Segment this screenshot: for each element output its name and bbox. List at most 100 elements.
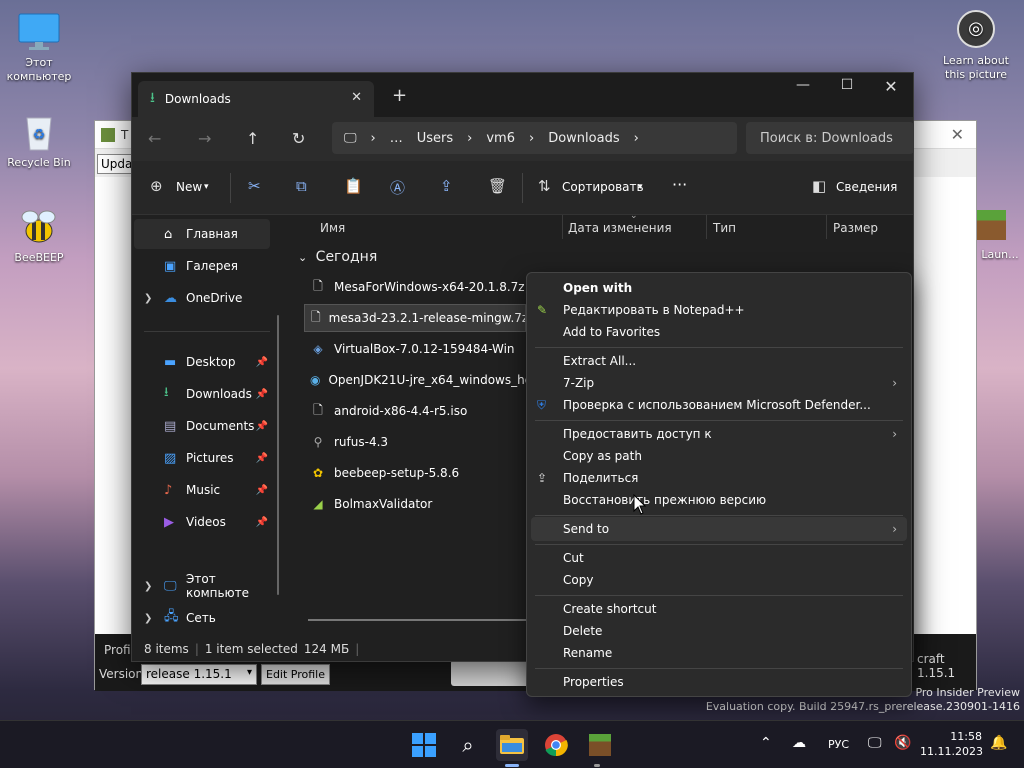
- grass-block-icon: [976, 210, 1006, 240]
- menu-properties[interactable]: Properties: [563, 675, 624, 689]
- nav-network[interactable]: ❯ 🖧 Сеть: [134, 603, 270, 633]
- desktop-icon-recycle-bin[interactable]: ♻ Recycle Bin: [1, 110, 77, 170]
- nav-this-pc[interactable]: ❯ 🖵 Этот компьюте: [134, 571, 270, 601]
- share-icon[interactable]: ⇪: [440, 177, 453, 195]
- minecraft-desktop-icon[interactable]: Laun...: [976, 210, 1024, 261]
- nav-gallery[interactable]: ▣ Галерея: [134, 251, 270, 281]
- network-icon[interactable]: 🖵: [868, 735, 882, 751]
- breadcrumb-more[interactable]: …: [390, 131, 403, 146]
- copy-icon[interactable]: ⧉: [296, 177, 307, 195]
- search-input[interactable]: Поиск в: Downloads: [746, 122, 914, 154]
- cut-icon[interactable]: ✂: [248, 177, 261, 195]
- new-icon[interactable]: ⊕: [150, 177, 163, 195]
- breadcrumb[interactable]: 🖵 › … Users › vm6 › Downloads ›: [332, 122, 737, 154]
- minecraft-taskbar-icon[interactable]: [584, 729, 616, 761]
- file-row[interactable]: ◉ OpenJDK21U-jre_x64_windows_hotspot: [304, 366, 526, 394]
- breadcrumb-downloads[interactable]: Downloads: [548, 131, 619, 146]
- nav-music[interactable]: ♪ Music 📌: [134, 475, 270, 505]
- nav-videos[interactable]: ▶ Videos 📌: [134, 507, 270, 537]
- clock[interactable]: 11:58 11.11.2023: [920, 729, 983, 759]
- start-button[interactable]: [408, 729, 440, 761]
- chrome-icon[interactable]: [540, 729, 572, 761]
- nav-pictures[interactable]: ▨ Pictures 📌: [134, 443, 270, 473]
- expand-chevron-icon[interactable]: ❯: [144, 293, 152, 304]
- column-header-size[interactable]: Размер: [833, 221, 878, 235]
- rename-icon[interactable]: Ⓐ: [390, 177, 405, 198]
- sort-icon[interactable]: ⇅: [538, 177, 551, 195]
- delete-icon[interactable]: 🗑: [488, 177, 507, 195]
- nav-home[interactable]: ⌂ Главная: [134, 219, 270, 249]
- volume-muted-icon[interactable]: 🔇: [894, 735, 911, 751]
- close-button[interactable]: ✕: [868, 77, 914, 96]
- minimize-button[interactable]: —: [780, 77, 826, 93]
- menu-extract-all[interactable]: Extract All...: [563, 354, 636, 368]
- context-menu: Open with ✎ Редактировать в Notepad++ Ad…: [526, 272, 912, 697]
- file-row[interactable]: ◈ VirtualBox-7.0.12-159484-Win: [304, 335, 526, 363]
- tab-downloads[interactable]: ⭳ Downloads ✕: [138, 81, 374, 117]
- column-header-date[interactable]: Дата изменения: [568, 221, 672, 235]
- file-row[interactable]: 🗋 android-x86-4.4-r5.iso: [304, 397, 526, 425]
- menu-give-access[interactable]: Предоставить доступ к: [563, 427, 712, 441]
- language-indicator[interactable]: РУС: [828, 738, 849, 751]
- menu-copy[interactable]: Copy: [563, 573, 593, 587]
- version-select[interactable]: release 1.15.1 ▾: [141, 664, 257, 685]
- file-row[interactable]: ⚲ rufus-4.3: [304, 428, 526, 456]
- expand-chevron-icon[interactable]: ❯: [144, 581, 152, 592]
- desktop-icon-beebeep[interactable]: BeeBEEP: [1, 205, 77, 265]
- new-tab-button[interactable]: +: [392, 85, 407, 106]
- column-header-name[interactable]: Имя: [320, 221, 345, 235]
- file-explorer-taskbar-icon[interactable]: [496, 729, 528, 761]
- sort-button[interactable]: Сортировать: [562, 180, 644, 194]
- nav-downloads[interactable]: ⭳ Downloads 📌: [134, 379, 270, 409]
- new-button[interactable]: New: [176, 180, 202, 194]
- details-button[interactable]: Сведения: [836, 180, 897, 194]
- menu-restore-previous[interactable]: Восстановить прежнюю версию: [563, 493, 766, 507]
- more-options-icon[interactable]: ···: [672, 175, 687, 194]
- tray-chevron-up-icon[interactable]: ⌃: [760, 735, 772, 751]
- group-header-today[interactable]: ⌄ Сегодня: [298, 249, 377, 265]
- column-header-type[interactable]: Тип: [713, 221, 736, 235]
- menu-delete[interactable]: Delete: [563, 624, 602, 638]
- menu-defender-scan[interactable]: Проверка с использованием Microsoft Defe…: [563, 398, 871, 412]
- paste-icon[interactable]: 📋: [344, 177, 363, 195]
- breadcrumb-vm6[interactable]: vm6: [486, 131, 515, 146]
- up-arrow-icon[interactable]: ↑: [246, 129, 259, 148]
- nav-desktop[interactable]: ▬ Desktop 📌: [134, 347, 270, 377]
- back-arrow-icon[interactable]: ←: [148, 129, 161, 148]
- search-icon[interactable]: ⌕: [452, 729, 484, 761]
- menu-separator: [535, 515, 903, 516]
- nav-documents[interactable]: ▤ Documents 📌: [134, 411, 270, 441]
- learn-about-picture[interactable]: ◎ Learn about this picture: [938, 10, 1014, 82]
- launcher-close-icon[interactable]: ✕: [951, 125, 964, 144]
- forward-arrow-icon[interactable]: →: [198, 129, 211, 148]
- nav-scrollbar[interactable]: [277, 315, 279, 595]
- menu-rename[interactable]: Rename: [563, 646, 612, 660]
- menu-create-shortcut[interactable]: Create shortcut: [563, 602, 656, 616]
- menu-send-to[interactable]: Send to: [563, 522, 609, 536]
- details-pane-icon[interactable]: ◧: [812, 177, 826, 195]
- menu-copy-as-path[interactable]: Copy as path: [563, 449, 642, 463]
- menu-add-favorites[interactable]: Add to Favorites: [563, 325, 660, 339]
- menu-share[interactable]: Поделиться: [563, 471, 638, 485]
- play-button[interactable]: [451, 660, 529, 686]
- breadcrumb-users[interactable]: Users: [417, 131, 453, 146]
- close-tab-icon[interactable]: ✕: [351, 90, 362, 105]
- notification-bell-icon[interactable]: 🔔: [990, 735, 1007, 751]
- menu-open-with[interactable]: Open with: [563, 281, 632, 295]
- file-row[interactable]: ◢ BolmaxValidator: [304, 490, 526, 518]
- menu-7zip[interactable]: 7-Zip: [563, 376, 594, 390]
- nav-onedrive[interactable]: ❯ ☁ OneDrive: [134, 283, 270, 313]
- edit-profile-button[interactable]: Edit Profile: [261, 664, 331, 685]
- menu-separator: [535, 668, 903, 669]
- file-row-selected[interactable]: 🗋 mesa3d-23.2.1-release-mingw.7z: [304, 304, 526, 332]
- cloud-offline-icon[interactable]: ☁: [792, 735, 806, 751]
- desktop-icon-this-pc[interactable]: Этот компьютер: [1, 10, 77, 84]
- horizontal-scrollbar[interactable]: [308, 619, 528, 621]
- menu-edit-notepad[interactable]: Редактировать в Notepad++: [563, 303, 745, 317]
- refresh-icon[interactable]: ↻: [292, 129, 305, 148]
- file-row[interactable]: ✿ beebeep-setup-5.8.6: [304, 459, 526, 487]
- maximize-button[interactable]: ☐: [824, 77, 870, 93]
- expand-chevron-icon[interactable]: ❯: [144, 613, 152, 624]
- menu-cut[interactable]: Cut: [563, 551, 584, 565]
- file-row[interactable]: 🗋 MesaForWindows-x64-20.1.8.7z: [304, 273, 526, 301]
